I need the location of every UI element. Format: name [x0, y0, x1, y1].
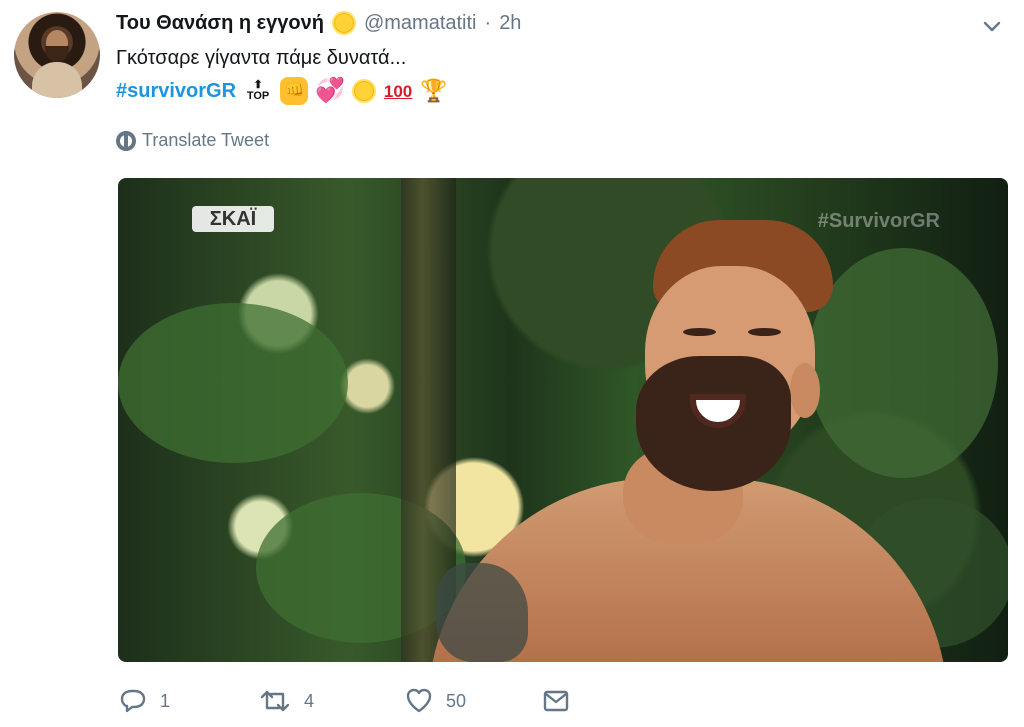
translate-tweet-link[interactable]: Translate Tweet: [116, 130, 269, 151]
reply-button[interactable]: 1: [118, 686, 170, 716]
like-button[interactable]: 50: [404, 686, 466, 716]
like-count: 50: [446, 690, 467, 711]
hashtag-and-emoji-row: #survivorGR ⬆ TOP 👊 💞 100 🏆: [116, 77, 448, 105]
tweet-card: Του Θανάση η εγγονή @mamatatiti · 2h Γκό…: [0, 0, 1024, 727]
retweet-icon: [258, 686, 292, 716]
chevron-down-icon[interactable]: [980, 14, 1004, 38]
avatar[interactable]: [14, 12, 100, 98]
tweet-header: Του Θανάση η εγγονή @mamatatiti · 2h: [116, 8, 521, 38]
direct-message-button[interactable]: [541, 686, 571, 716]
globe-icon: [116, 130, 136, 151]
sun-emoji: [352, 79, 377, 103]
person-eye: [748, 328, 781, 336]
translate-tweet-label: Translate Tweet: [142, 130, 270, 150]
tweet-time[interactable]: 2h: [499, 12, 521, 35]
trophy-emoji: 🏆: [420, 78, 448, 103]
header-separator: ·: [484, 11, 492, 34]
shoulder-tattoo: [436, 563, 528, 662]
sun-emoji-icon: [331, 11, 356, 35]
envelope-icon: [541, 686, 571, 716]
hashtag-link[interactable]: #survivorGR: [116, 80, 236, 103]
hashtag-watermark: #SurvivorGR: [817, 210, 940, 232]
person-ear: [790, 363, 820, 418]
channel-logo: ΣΚΑΪ: [192, 206, 274, 232]
person-eye: [683, 328, 716, 336]
tweet-text: Γκότσαρε γίγαντα πάμε δυνατά...: [116, 47, 407, 69]
foliage: [118, 303, 348, 463]
user-handle[interactable]: @mamatatiti: [364, 12, 477, 35]
avatar-beard: [45, 46, 69, 62]
top-emoji: ⬆ TOP: [244, 77, 272, 105]
fist-emoji: 👊: [280, 77, 309, 105]
reply-icon: [118, 686, 148, 716]
tweet-actions: 1 4 50: [118, 686, 638, 722]
retweet-count: 4: [304, 690, 315, 711]
foliage: [808, 248, 998, 478]
reply-count: 1: [160, 690, 171, 711]
heart-emoji: 💞: [315, 77, 346, 104]
hundred-emoji: 100: [383, 81, 413, 101]
retweet-button[interactable]: 4: [258, 686, 314, 716]
top-emoji-label: TOP: [246, 90, 270, 102]
display-name[interactable]: Του Θανάση η εγγονή: [116, 12, 324, 35]
heart-icon: [404, 686, 434, 716]
avatar-body: [32, 62, 82, 98]
tweet-image[interactable]: ΣΚΑΪ #SurvivorGR: [118, 178, 1008, 662]
